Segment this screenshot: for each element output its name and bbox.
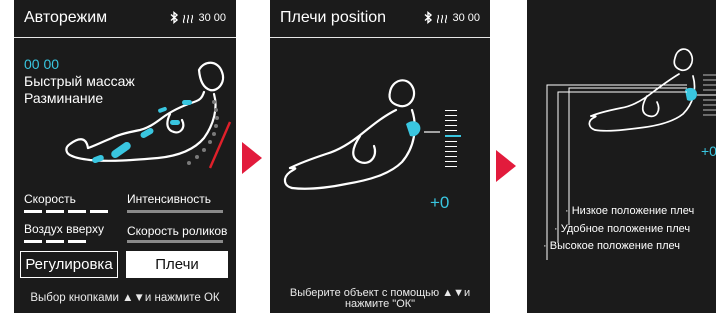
position-value: +0 [430,193,450,212]
remaining-time: 30 00 [198,11,226,24]
status-bar: 30 00 [169,11,226,24]
shoulder-positions-diagram: +0 · Низкое положение плеч · Удобное пол… [527,0,716,313]
air-upper-label: Воздух вверху [24,222,104,236]
heat-icon [436,12,449,24]
remaining-time: 30 00 [452,11,480,24]
footer-line-2: нажмите "ОК" [344,298,416,310]
massage-figure-illustration [65,61,232,169]
intensity-level-bar [127,210,223,213]
screen-title: Плечи position [280,9,387,26]
bluetooth-icon [169,11,179,24]
footer-hint: Выберите объект с помощью ▲▼и нажмите "О… [270,288,490,310]
shoulder-position-screen: Плечи position 30 00 +0 Выберите объект … [270,0,490,313]
high-position-label: · Высокое положение плеч [543,240,681,252]
shoulders-button[interactable]: Плечи [126,251,228,278]
auto-mode-screen: Авторежим 30 00 00 00 Быстрый массаж Раз… [14,0,236,313]
next-arrow-icon [496,150,516,182]
position-scale [445,110,461,176]
bluetooth-icon [423,11,433,24]
position-value: +0 [701,143,716,159]
low-position-label: · Низкое положение плеч [565,205,695,217]
intensity-label: Интенсивность [127,192,212,206]
shoulder-diagram-illustration [546,48,716,260]
heat-icon [182,12,195,24]
header: Плечи position 30 00 [270,0,490,38]
speed-label: Скорость [24,192,76,206]
comfort-position-label: · Удобное положение плеч [554,223,691,235]
status-bar: 30 00 [423,11,480,24]
roller-speed-bar [127,240,223,243]
adjust-button[interactable]: Регулировка [20,251,118,278]
screen-title: Авторежим [24,9,108,26]
next-arrow-icon [242,142,262,174]
roller-speed-label: Скорость роликов [127,224,228,238]
header: Авторежим 30 00 [14,0,236,38]
footer-hint: Выбор кнопками ▲▼и нажмите ОК [30,292,220,304]
